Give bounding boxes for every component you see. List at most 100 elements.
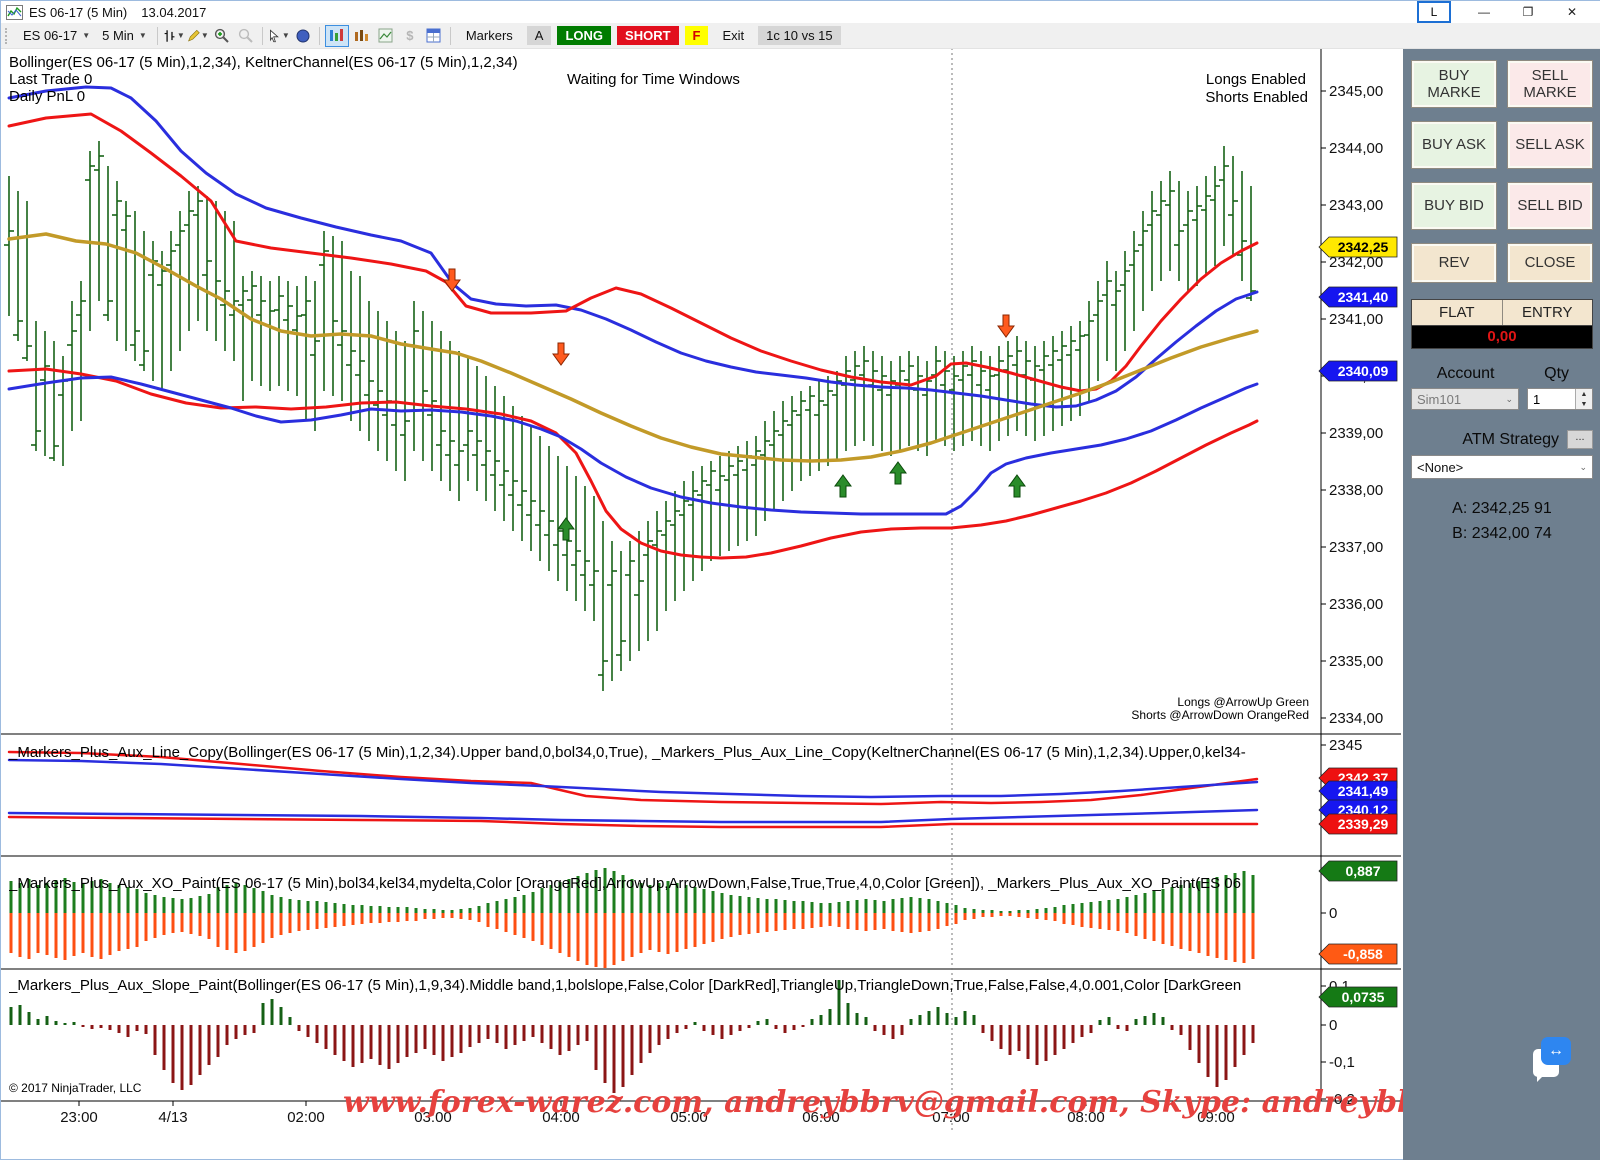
teamviewer-icon[interactable]: ↔ — [1533, 1037, 1573, 1081]
dollar-icon[interactable]: $ — [399, 26, 421, 46]
instrument-selector[interactable]: ES 06-17 ▼ — [17, 26, 96, 45]
indicator-header: Bollinger(ES 06-17 (5 Min),1,2,34), Kelt… — [9, 54, 518, 71]
link-button[interactable]: L — [1417, 1, 1451, 23]
buy-market-button[interactable]: BUY MARKE — [1411, 60, 1497, 108]
ask-quote-line: A: 2342,25 91 — [1403, 497, 1600, 522]
svg-text:2334,00: 2334,00 — [1329, 710, 1383, 727]
atm-strategy-select[interactable]: <None> ⌄ — [1411, 455, 1593, 479]
auto-button[interactable]: A — [527, 26, 552, 45]
svg-text:2345,00: 2345,00 — [1329, 83, 1383, 100]
chevron-down-icon: ▼ — [177, 31, 185, 40]
svg-text:2341,00: 2341,00 — [1329, 311, 1383, 328]
chevron-down-icon: ▼ — [139, 31, 147, 40]
long-button[interactable]: LONG — [557, 26, 611, 45]
close-button[interactable]: ✕ — [1557, 3, 1587, 21]
toolbar-grip[interactable] — [5, 28, 12, 44]
grid-icon[interactable] — [423, 26, 445, 46]
contracts-counter[interactable]: 1c 10 vs 15 — [758, 26, 841, 45]
position-state-row: FLAT ENTRY — [1411, 299, 1593, 326]
daily-pnl-label: Daily PnL 0 — [9, 88, 85, 105]
quantity-value: 1 — [1528, 389, 1575, 409]
svg-text:02:00: 02:00 — [287, 1109, 325, 1126]
flat-state-label[interactable]: FLAT — [1412, 300, 1502, 325]
exit-button[interactable]: Exit — [714, 26, 752, 45]
zoom-in-icon[interactable] — [211, 26, 233, 46]
minimize-button[interactable]: — — [1469, 3, 1499, 21]
svg-text:2337,00: 2337,00 — [1329, 539, 1383, 556]
chart-window: 2345,002344,002343,002342,002341,002340,… — [0, 0, 1600, 1160]
markers-button[interactable]: Markers — [458, 26, 521, 45]
last-trade-label: Last Trade 0 — [9, 71, 92, 88]
bollinger-upper-line — [9, 114, 1257, 391]
svg-text:-0,1: -0,1 — [1329, 1054, 1355, 1071]
atm-more-button[interactable]: ... — [1567, 430, 1593, 449]
aux-copy-blue-upper — [9, 760, 1257, 797]
qty-label: Qty — [1520, 365, 1593, 383]
title-bar: ES 06-17 (5 Min) 13.04.2017 L — ❐ ✕ — [1, 1, 1600, 23]
zoom-region-icon[interactable] — [292, 26, 314, 46]
account-label: Account — [1411, 365, 1520, 383]
svg-text:2345: 2345 — [1329, 737, 1362, 754]
middle-band-line — [9, 234, 1257, 461]
flatten-button[interactable]: F — [685, 26, 709, 45]
cursor-icon[interactable]: ▼ — [268, 26, 290, 46]
sell-ask-button[interactable]: SELL ASK — [1507, 121, 1593, 169]
short-button[interactable]: SHORT — [617, 26, 679, 45]
svg-text:0: 0 — [1329, 1017, 1337, 1034]
longs-note: Longs @ArrowUp Green — [1177, 695, 1309, 709]
svg-text:2341,49: 2341,49 — [1338, 783, 1389, 799]
toolbar-separator — [450, 27, 451, 45]
svg-text:0,887: 0,887 — [1345, 863, 1380, 879]
quantity-stepper[interactable]: 1 ▲ ▼ — [1527, 388, 1593, 410]
toolbar-separator — [319, 27, 320, 45]
app-icon — [6, 5, 23, 20]
svg-text:2335,00: 2335,00 — [1329, 653, 1383, 670]
buy-ask-button[interactable]: BUY ASK — [1411, 121, 1497, 169]
svg-text:23:00: 23:00 — [60, 1109, 98, 1126]
entry-state-label[interactable]: ENTRY — [1502, 300, 1593, 325]
chevron-down-icon: ▼ — [282, 31, 290, 40]
chart-trades-icon[interactable] — [351, 26, 373, 46]
reverse-button[interactable]: REV — [1411, 243, 1497, 283]
interval-selector[interactable]: 5 Min▼ — [96, 26, 153, 45]
down-arrow-icon — [998, 315, 1014, 337]
remote-arrows-icon: ↔ — [1541, 1037, 1571, 1065]
chevron-down-icon: ▼ — [82, 31, 90, 40]
drawing-tools-icon[interactable]: ▼ — [187, 26, 209, 46]
chevron-down-icon: ▼ — [201, 31, 209, 40]
svg-text:2342,25: 2342,25 — [1338, 239, 1389, 255]
qty-up-icon[interactable]: ▲ — [1576, 389, 1592, 399]
instrument-label: ES 06-17 — [23, 28, 77, 43]
sell-bid-button[interactable]: SELL BID — [1507, 182, 1593, 230]
chart-panel-icon[interactable] — [325, 25, 349, 47]
aux-copy-blue-lower — [9, 810, 1257, 822]
watermark-text: www.forex-warez.com, andreybbrv@gmail.co… — [343, 1085, 1451, 1120]
window-title: ES 06-17 (5 Min) — [29, 5, 127, 20]
restore-button[interactable]: ❐ — [1513, 3, 1543, 21]
qty-down-icon[interactable]: ▼ — [1576, 399, 1592, 409]
slope-paint-histogram — [11, 980, 1253, 1093]
panel3-header: _Markers_Plus_Aux_XO_Paint(ES 06-17 (5 M… — [9, 875, 1241, 892]
unrealized-pnl-display: 0,00 — [1411, 326, 1593, 349]
down-arrow-icon — [553, 343, 569, 365]
zoom-out-icon[interactable] — [235, 26, 257, 46]
chart-image-icon[interactable] — [375, 26, 397, 46]
account-value: Sim101 — [1417, 392, 1461, 407]
window-date: 13.04.2017 — [141, 5, 206, 20]
toolbar-separator — [157, 27, 158, 45]
atm-strategy-label: ATM Strategy — [1462, 431, 1559, 449]
toolbar-separator — [262, 27, 263, 45]
close-position-button[interactable]: CLOSE — [1507, 243, 1593, 283]
svg-text:2344,00: 2344,00 — [1329, 140, 1383, 157]
bar-style-icon[interactable]: ▼ — [163, 26, 185, 46]
up-arrow-icon — [1009, 475, 1025, 497]
svg-text:2341,40: 2341,40 — [1338, 289, 1389, 305]
svg-text:2338,00: 2338,00 — [1329, 482, 1383, 499]
waiting-label: Waiting for Time Windows — [567, 71, 740, 88]
shorts-enabled-label: Shorts Enabled — [1205, 89, 1308, 106]
account-select[interactable]: Sim101 ⌄ — [1411, 388, 1519, 410]
svg-text:-0,858: -0,858 — [1343, 946, 1383, 962]
buy-bid-button[interactable]: BUY BID — [1411, 182, 1497, 230]
chevron-down-icon: ⌄ — [1579, 462, 1587, 473]
sell-market-button[interactable]: SELL MARKE — [1507, 60, 1593, 108]
